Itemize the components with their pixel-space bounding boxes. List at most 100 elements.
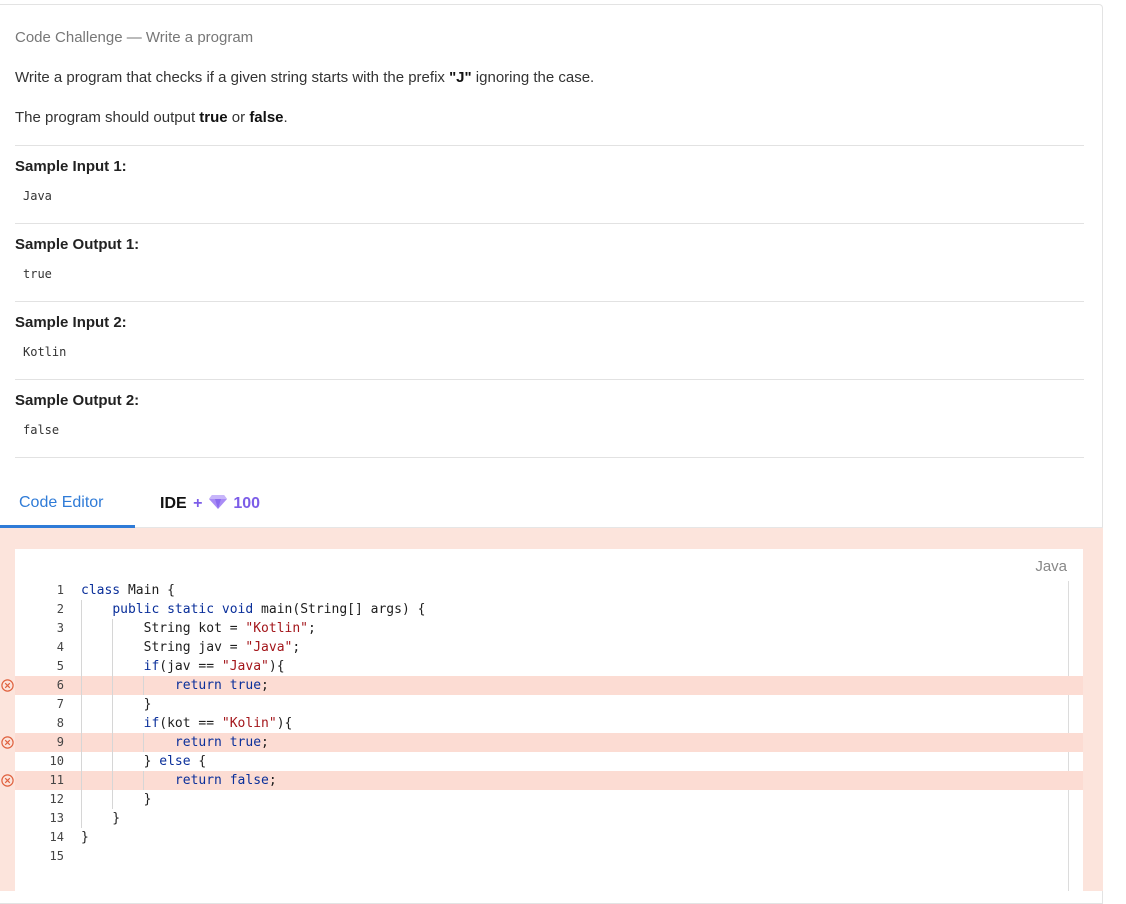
description-prefix: "J" bbox=[449, 69, 472, 86]
output-description: The program should output true or false. bbox=[15, 109, 288, 126]
tab-ide[interactable]: IDE + 100 bbox=[160, 494, 260, 513]
code-token: } bbox=[81, 697, 152, 712]
ide-plus: + bbox=[193, 495, 203, 512]
code-keyword: true bbox=[229, 735, 262, 750]
code-token: ; bbox=[308, 621, 316, 636]
code-line[interactable]: 10 } else { bbox=[15, 752, 1083, 771]
code-token: [] bbox=[347, 602, 371, 617]
code-keyword: return bbox=[174, 773, 222, 788]
code-text: return false; bbox=[81, 771, 277, 790]
output-or: or bbox=[227, 109, 250, 126]
line-number: 12 bbox=[49, 792, 64, 806]
code-token: ; bbox=[261, 735, 269, 750]
sample-output-1-label: Sample Output 1: bbox=[15, 236, 140, 253]
line-number: 1 bbox=[56, 583, 64, 597]
line-number: 5 bbox=[56, 659, 64, 673]
code-token: jav bbox=[167, 659, 191, 674]
sample-output-2-label: Sample Output 2: bbox=[15, 392, 140, 409]
indent-guide bbox=[143, 676, 144, 695]
code-line[interactable]: 14} bbox=[15, 828, 1083, 847]
divider bbox=[15, 223, 1084, 224]
divider bbox=[15, 457, 1084, 458]
ide-cost: 100 bbox=[233, 495, 261, 512]
code-line[interactable]: 7 } bbox=[15, 695, 1083, 714]
error-icon[interactable] bbox=[1, 736, 14, 749]
code-line[interactable]: 8 if(kot == "Kolin"){ bbox=[15, 714, 1083, 733]
code-keyword: if bbox=[143, 716, 160, 731]
code-keyword: static bbox=[167, 602, 215, 617]
code-token: == bbox=[190, 716, 222, 731]
language-label: Java bbox=[1035, 558, 1067, 575]
code-token: kot bbox=[167, 716, 191, 731]
code-token: ){ bbox=[268, 659, 285, 674]
sample-input-1-value: Java bbox=[23, 189, 52, 203]
code-keyword: else bbox=[159, 754, 191, 769]
code-token: Main bbox=[127, 583, 160, 598]
code-token: ( bbox=[292, 602, 301, 617]
description-text: Write a program that checks if a given s… bbox=[15, 69, 450, 86]
code-line[interactable]: 5 if(jav == "Java"){ bbox=[15, 657, 1083, 676]
code-token: ; bbox=[292, 640, 301, 655]
line-number: 7 bbox=[56, 697, 64, 711]
description-text-end: ignoring the case. bbox=[471, 69, 595, 86]
line-number: 3 bbox=[56, 621, 64, 635]
error-icon[interactable] bbox=[1, 774, 14, 787]
code-keyword: public bbox=[112, 602, 160, 617]
error-icon[interactable] bbox=[1, 679, 14, 692]
code-line[interactable]: 13 } bbox=[15, 809, 1083, 828]
code-text: String jav = "Java"; bbox=[81, 638, 301, 657]
tab-ide-label: IDE bbox=[160, 495, 187, 512]
code-keyword: void bbox=[221, 602, 254, 617]
code-line[interactable]: 12 } bbox=[15, 790, 1083, 809]
code-token: = bbox=[221, 640, 246, 655]
indent-guide bbox=[143, 733, 144, 752]
code-line-error[interactable]: 11 return false; bbox=[1, 771, 1083, 790]
code-text: } bbox=[81, 828, 89, 847]
output-end: . bbox=[283, 109, 288, 126]
sample-output-2-value: false bbox=[23, 423, 60, 437]
line-number: 9 bbox=[56, 735, 64, 749]
indent-guide bbox=[112, 619, 113, 809]
editor-tabs: Code Editor IDE + 100 bbox=[0, 484, 1103, 528]
divider bbox=[15, 301, 1084, 302]
code-token: ) { bbox=[401, 602, 426, 617]
code-editor[interactable]: Java 1 class Main {2 public static void m… bbox=[1, 549, 1083, 891]
code-token: args bbox=[370, 602, 402, 617]
code-token: ; bbox=[268, 773, 277, 788]
code-line[interactable]: 3 String kot = "Kotlin"; bbox=[15, 619, 1083, 638]
code-token: } bbox=[81, 830, 89, 845]
line-number: 6 bbox=[56, 678, 64, 692]
code-token: } bbox=[81, 792, 152, 807]
code-token: == bbox=[190, 659, 222, 674]
sample-input-2-label: Sample Input 2: bbox=[15, 314, 127, 331]
line-number: 15 bbox=[49, 849, 64, 863]
code-text: class Main { bbox=[81, 581, 175, 600]
line-number: 11 bbox=[49, 773, 64, 787]
code-token: jav bbox=[198, 640, 222, 655]
code-line[interactable]: 2 public static void main(String[] args)… bbox=[15, 600, 1083, 619]
code-token: ( bbox=[159, 659, 168, 674]
code-line[interactable]: 4 String jav = "Java"; bbox=[15, 638, 1083, 657]
line-number: 4 bbox=[56, 640, 64, 654]
code-line[interactable]: 1 class Main { bbox=[15, 581, 1083, 600]
code-line[interactable]: 15 bbox=[15, 847, 1083, 866]
code-text: } bbox=[81, 790, 152, 809]
code-string: "Kotlin" bbox=[245, 621, 309, 636]
code-keyword: return bbox=[174, 735, 222, 750]
code-token: { bbox=[190, 754, 207, 769]
tab-code-editor[interactable]: Code Editor bbox=[19, 494, 104, 512]
code-keyword: false bbox=[229, 773, 269, 788]
code-line-error[interactable]: 6 return true; bbox=[1, 676, 1083, 695]
code-token: String bbox=[300, 602, 348, 617]
code-string: "Java" bbox=[245, 640, 293, 655]
code-line-error[interactable]: 9 return true; bbox=[1, 733, 1083, 752]
